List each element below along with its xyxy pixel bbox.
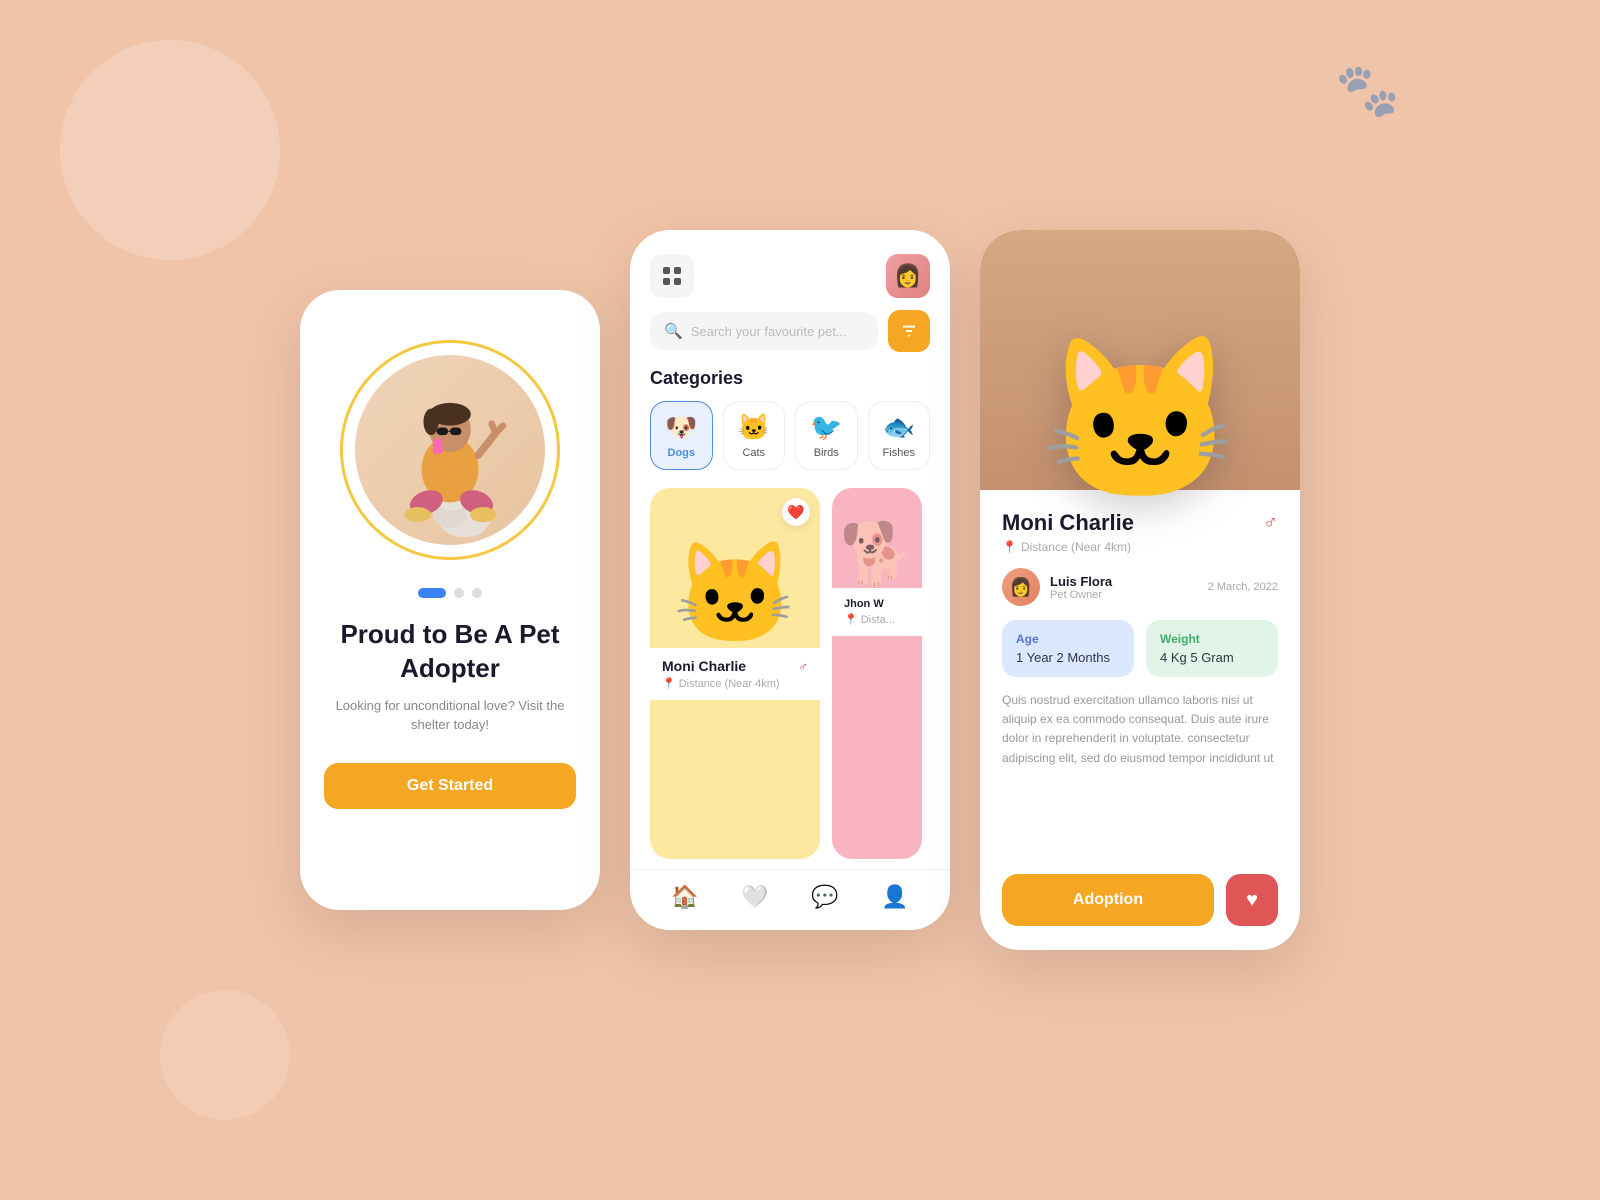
owner-name: Luis Flora (1050, 574, 1208, 589)
dot-3 (472, 588, 482, 598)
pet-heart-icon[interactable]: ❤️ (782, 498, 810, 526)
owner-avatar: 👩 (1002, 568, 1040, 606)
jhon-pet-name: Jhon W (844, 598, 884, 610)
pet-card-jhon[interactable]: 🐕 Jhon W 📍 Dista... (832, 488, 922, 859)
pets-scroll: ❤️ 🐱 Moni Charlie ♂ 📍 Distance (Near 4km… (630, 478, 950, 869)
onboarding-title: Proud to Be A Pet Adopter (324, 618, 576, 686)
jhon-pet-name-row: Jhon W (844, 598, 910, 610)
search-input-wrapper[interactable]: 🔍 Search your favourite pet... (650, 312, 878, 350)
get-started-button[interactable]: Get Started (324, 763, 576, 809)
search-placeholder-text: Search your favourite pet... (691, 324, 847, 339)
pet-name-row: Moni Charlie ♂ (662, 658, 808, 674)
user-avatar-image: 👩 (886, 254, 930, 298)
detail-location-icon: 📍 (1002, 540, 1017, 554)
pet-gender-icon: ♂ (798, 659, 808, 674)
jhon-pet-distance: 📍 Dista... (844, 613, 910, 626)
nav-chat-icon[interactable]: 💬 (811, 884, 838, 910)
cats-label: Cats (742, 447, 765, 459)
age-value: 1 Year 2 Months (1016, 650, 1120, 665)
category-dogs[interactable]: 🐶 Dogs (650, 401, 713, 470)
pet-hero-area: 🐱 (980, 230, 1300, 490)
hero-illustration (370, 365, 530, 545)
cats-emoji: 🐱 (738, 412, 770, 443)
pet-detail-distance: 📍 Distance (Near 4km) (1002, 540, 1278, 554)
grid-icon (663, 267, 681, 285)
pet-card-name: Moni Charlie (662, 658, 746, 674)
jhon-location-icon: 📍 (844, 613, 858, 626)
category-fishes[interactable]: 🐟 Fishes (868, 401, 931, 470)
nav-profile-icon[interactable]: 👤 (881, 884, 908, 910)
category-cats[interactable]: 🐱 Cats (723, 401, 786, 470)
onboarding-subtitle: Looking for unconditional love? Visit th… (324, 696, 576, 735)
stats-row: Age 1 Year 2 Months Weight 4 Kg 5 Gram (1002, 620, 1278, 677)
owner-row: 👩 Luis Flora Pet Owner 2 March, 2022 (1002, 568, 1278, 606)
pet-card-info-moni: Moni Charlie ♂ 📍 Distance (Near 4km) (650, 648, 820, 700)
owner-info: Luis Flora Pet Owner (1050, 574, 1208, 601)
bg-decoration-circle-large (60, 40, 280, 260)
categories-section: Categories 🐶 Dogs 🐱 Cats 🐦 Birds 🐟 Fishe… (630, 352, 950, 478)
pet-detail-gender-icon: ♂ (1263, 512, 1278, 535)
birds-label: Birds (814, 447, 839, 459)
search-bar: 🔍 Search your favourite pet... (650, 310, 930, 352)
pet-image-jhon: 🐕 (832, 488, 922, 588)
filter-icon (900, 322, 918, 340)
hero-avatar (355, 355, 545, 545)
bottom-nav: 🏠 🤍 💬 👤 (630, 869, 950, 930)
owner-date: 2 March, 2022 (1208, 581, 1278, 593)
category-birds[interactable]: 🐦 Birds (795, 401, 858, 470)
nav-home-icon[interactable]: 🏠 (671, 884, 698, 910)
hero-circle (340, 340, 560, 560)
search-icon: 🔍 (664, 322, 683, 340)
pet-description: Quis nostrud exercitation ullamco labori… (1002, 691, 1278, 768)
pet-detail-body: Moni Charlie ♂ 📍 Distance (Near 4km) 👩 L… (980, 490, 1300, 858)
filter-button[interactable] (888, 310, 930, 352)
age-stat-card: Age 1 Year 2 Months (1002, 620, 1134, 677)
nav-heart-icon[interactable]: 🤍 (741, 884, 768, 910)
menu-button[interactable] (650, 254, 694, 298)
weight-label: Weight (1160, 632, 1264, 646)
dogs-emoji: 🐶 (665, 412, 697, 443)
dogs-label: Dogs (668, 447, 696, 459)
bg-paw-icon: 🐾 (1335, 60, 1400, 121)
phone-browse: 👩 🔍 Search your favourite pet... Categor… (630, 230, 950, 930)
browse-header: 👩 (630, 230, 950, 310)
dot-2 (454, 588, 464, 598)
dot-1 (418, 588, 446, 598)
location-icon: 📍 (662, 677, 676, 690)
weight-stat-card: Weight 4 Kg 5 Gram (1146, 620, 1278, 677)
pet-card-moni[interactable]: ❤️ 🐱 Moni Charlie ♂ 📍 Distance (Near 4km… (650, 488, 820, 859)
pet-hero-cat-emoji: 🐱 (1040, 340, 1239, 500)
bg-decoration-circle-small (160, 990, 290, 1120)
detail-bottom-actions: Adoption ♥ (980, 858, 1300, 950)
pet-card-distance: 📍 Distance (Near 4km) (662, 677, 808, 690)
weight-value: 4 Kg 5 Gram (1160, 650, 1264, 665)
birds-emoji: 🐦 (810, 412, 842, 443)
owner-role: Pet Owner (1050, 589, 1208, 601)
pagination-dots (418, 588, 482, 598)
favorite-button[interactable]: ♥ (1226, 874, 1278, 926)
categories-grid: 🐶 Dogs 🐱 Cats 🐦 Birds 🐟 Fishes (650, 401, 930, 470)
user-avatar-button[interactable]: 👩 (886, 254, 930, 298)
age-label: Age (1016, 632, 1120, 646)
pet-card-info-jhon: Jhon W 📍 Dista... (832, 588, 922, 636)
pet-detail-name: Moni Charlie (1002, 510, 1134, 536)
fishes-label: Fishes (883, 447, 915, 459)
adoption-button[interactable]: Adoption (1002, 874, 1214, 926)
cat-emoji: 🐱 (673, 544, 798, 644)
phone-onboarding: Proud to Be A Pet Adopter Looking for un… (300, 290, 600, 910)
pet-detail-name-row: Moni Charlie ♂ (1002, 510, 1278, 536)
phone-detail: 🐱 Moni Charlie ♂ 📍 Distance (Near 4km) 👩… (980, 230, 1300, 950)
categories-title: Categories (650, 368, 930, 389)
jhon-pet-emoji: 🐕 (840, 524, 915, 584)
phones-container: Proud to Be A Pet Adopter Looking for un… (300, 250, 1300, 950)
fishes-emoji: 🐟 (883, 412, 915, 443)
